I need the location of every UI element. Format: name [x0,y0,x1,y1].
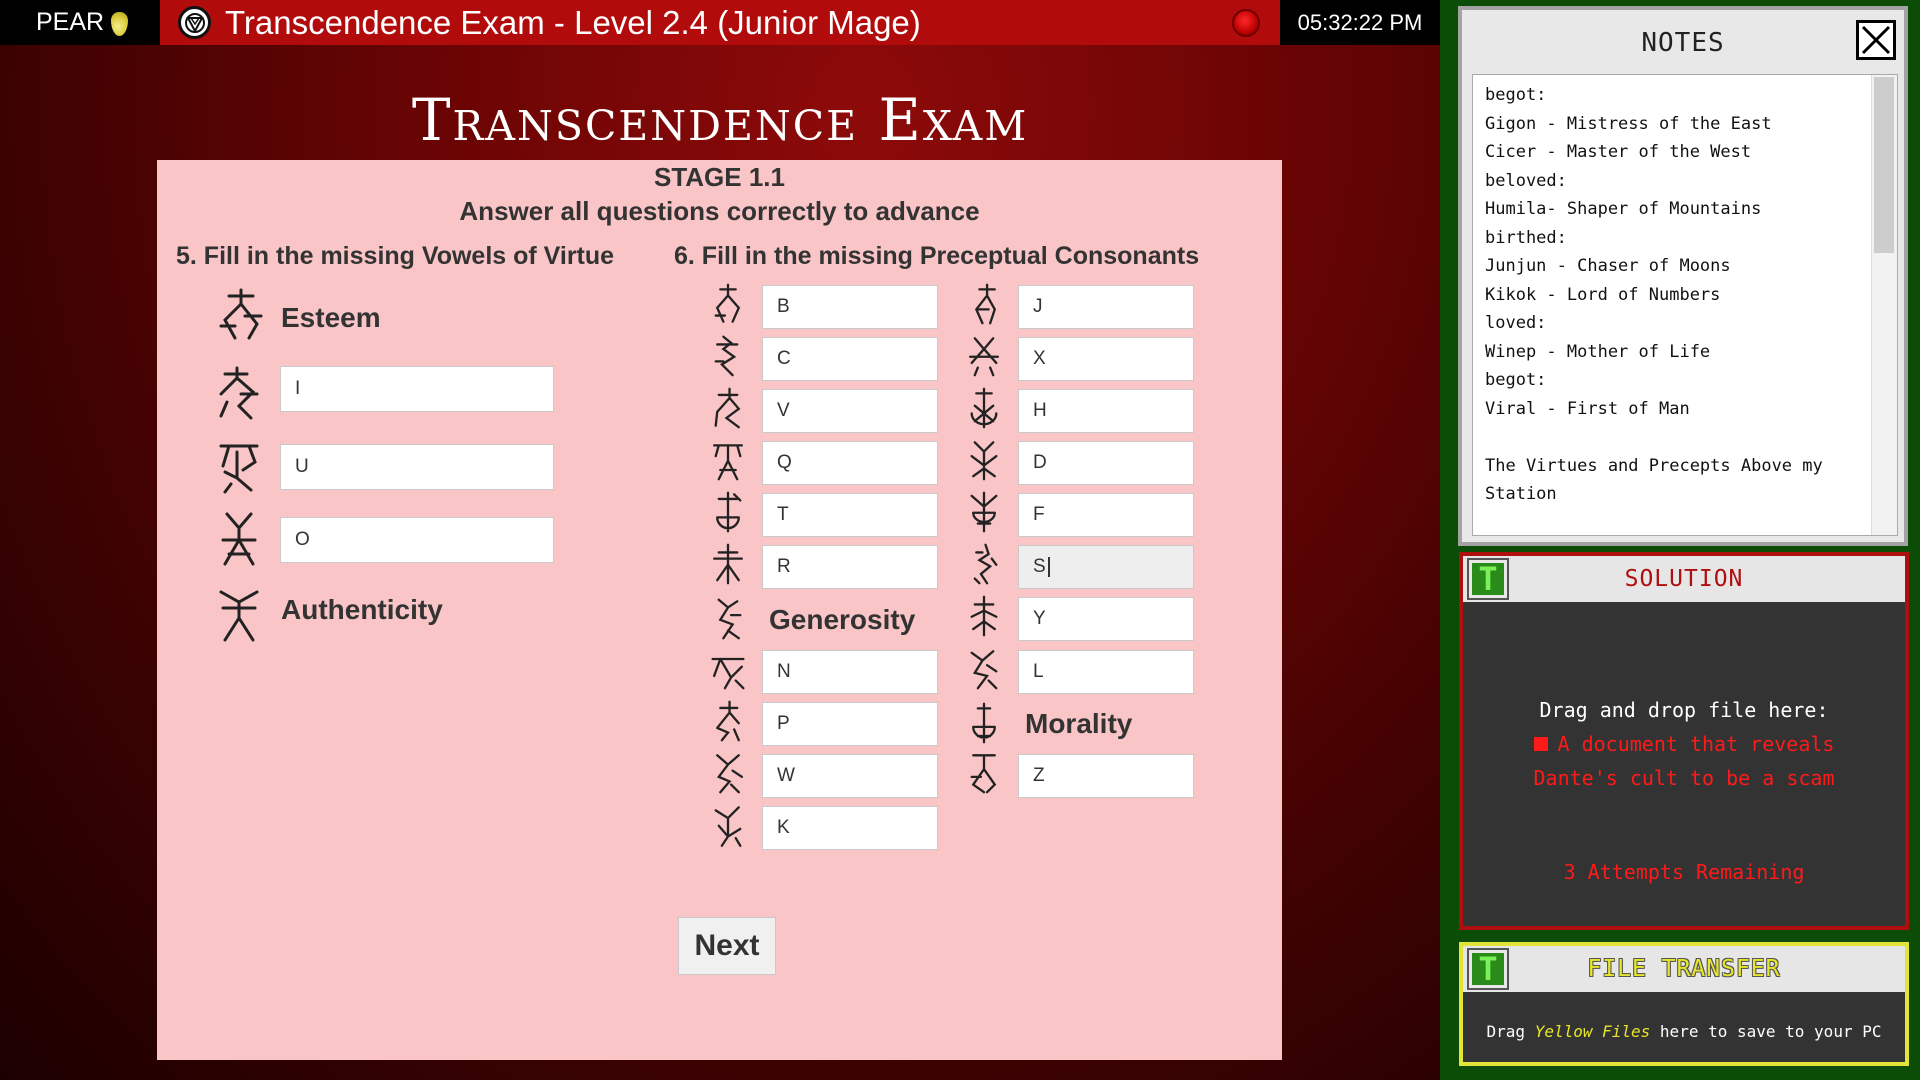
exam-panel: STAGE 1.1 Answer all questions correctly… [157,160,1282,1060]
top-bar: PEAR Transcendence Exam - Level 2.4 (Jun… [0,0,1440,45]
consonant-field-j[interactable]: J [1018,285,1194,329]
precept-glyph-icon [708,541,748,587]
text-caret [1047,557,1050,577]
solution-item: A document that reveals [1463,732,1905,756]
virtue-glyph-icon [213,438,265,496]
consonant-field-w[interactable]: W [762,754,938,798]
precept-glyph-icon [708,385,748,431]
consonant-field-x[interactable]: X [1018,337,1194,381]
field-value: S [1033,556,1046,577]
consonant-field-c[interactable]: C [762,337,938,381]
consonant-field-d[interactable]: D [1018,441,1194,485]
precept-glyph-icon [964,646,1004,692]
virtue-glyph-icon [213,510,265,568]
precept-glyph-icon [708,698,748,744]
os-name: PEAR [36,8,105,36]
word-esteem: Esteem [281,302,381,333]
close-icon[interactable] [1856,20,1896,60]
solution-header: T SOLUTION [1463,556,1905,602]
virtue-glyph-icon [213,586,265,644]
precept-glyph-icon [708,281,748,327]
consonant-field-h[interactable]: H [1018,389,1194,433]
tab-logo-icon [178,6,211,39]
next-button[interactable]: Next [678,917,776,975]
consonant-field-s[interactable]: S [1018,545,1194,589]
consonant-field-t[interactable]: T [762,493,938,537]
stage-instructions: Answer all questions correctly to advanc… [459,196,980,226]
precept-glyph-icon [708,333,748,379]
consonant-field-z[interactable]: Z [1018,754,1194,798]
clock: 05:32:22 PM [1297,9,1423,35]
consonant-field-r[interactable]: R [762,545,938,589]
os-menu[interactable]: PEAR [0,0,158,45]
precept-glyph-icon [964,489,1004,535]
question-5-title: 5. Fill in the missing Vowels of Virtue [176,242,615,270]
consonant-field-y[interactable]: Y [1018,597,1194,641]
consonant-field-b[interactable]: B [762,285,938,329]
file-transfer-dropzone[interactable]: T FILE TRANSFER Drag Yellow Files here t… [1459,942,1909,1066]
precept-glyph-icon [708,596,748,642]
solution-title: SOLUTION [1624,566,1744,592]
notes-text: begot: Gigon - Mistress of the East Cice… [1485,85,1823,504]
solution-drag-text: Drag and drop file here: [1539,698,1829,722]
transfer-header: T FILE TRANSFER [1463,946,1905,992]
precept-glyph-icon [964,333,1004,379]
stage-label: STAGE 1.1 [653,162,785,192]
precept-glyph-icon [964,541,1004,587]
consonant-field-q[interactable]: Q [762,441,938,485]
scrollbar-thumb[interactable] [1874,77,1894,253]
precept-glyph-icon [708,750,748,796]
virtue-glyph-icon [213,364,265,422]
consonant-field-n[interactable]: N [762,650,938,694]
notes-textarea[interactable]: begot: Gigon - Mistress of the East Cice… [1472,74,1898,536]
question-6-title: 6. Fill in the missing Preceptual Conson… [674,242,1200,270]
notes-scrollbar[interactable] [1871,75,1897,535]
precept-glyph-icon [708,489,748,535]
consonant-field-v[interactable]: V [762,389,938,433]
vowel-field-2[interactable]: U [280,444,554,490]
browser-tab[interactable]: Transcendence Exam - Level 2.4 (Junior M… [160,0,1280,45]
consonant-field-k[interactable]: K [762,806,938,850]
virtue-glyph-icon [215,286,267,344]
pear-icon [111,11,129,36]
precept-glyph-icon [964,281,1004,327]
word-morality: Morality [1025,708,1133,739]
transfer-title: FILE TRANSFER [1587,956,1781,982]
precept-glyph-icon [964,385,1004,431]
exam-heading: Transcendence Exam [411,86,1029,154]
word-authenticity: Authenticity [281,594,443,625]
precept-glyph-icon [708,802,748,848]
precept-glyph-icon [964,750,1004,796]
exam-window: PEAR Transcendence Exam - Level 2.4 (Jun… [0,0,1440,1080]
consonant-field-l[interactable]: L [1018,650,1194,694]
solution-item-line2: Dante's cult to be a scam [1533,766,1835,790]
attempts-remaining: 3 Attempts Remaining [1563,860,1805,884]
solution-dropzone[interactable]: T SOLUTION Drag and drop file here: A do… [1459,552,1909,930]
precept-glyph-icon [964,437,1004,483]
transfer-text: Drag Yellow Files here to save to your P… [1486,1022,1882,1041]
vowel-field-1[interactable]: I [280,366,554,412]
precept-glyph-icon [708,646,748,692]
consonant-field-f[interactable]: F [1018,493,1194,537]
precept-glyph-icon [964,593,1004,639]
notes-window: NOTES begot: Gigon - Mistress of the Eas… [1458,6,1908,546]
notes-title: NOTES [1641,28,1725,58]
red-square-icon [1533,737,1548,751]
record-button[interactable] [1232,9,1260,37]
word-generosity: Generosity [769,604,916,635]
consonant-field-p[interactable]: P [762,702,938,746]
vowel-field-3[interactable]: O [280,517,554,563]
sidebar: NOTES begot: Gigon - Mistress of the Eas… [1440,0,1920,1080]
precept-glyph-icon [708,437,748,483]
tab-title: Transcendence Exam - Level 2.4 (Junior M… [225,3,921,41]
precept-glyph-icon [964,700,1004,746]
